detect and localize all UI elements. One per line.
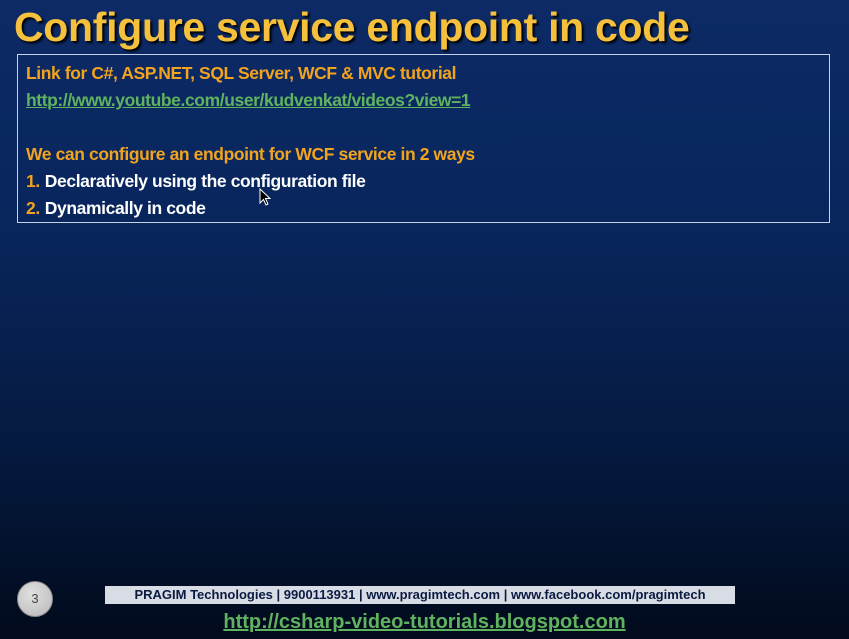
blog-link[interactable]: http://csharp-video-tutorials.blogspot.c…	[0, 611, 849, 634]
list-item: 2. Dynamically in code	[26, 195, 821, 222]
list-item-text: Declaratively using the configuration fi…	[44, 171, 366, 191]
list-item-number: 2.	[26, 198, 40, 218]
list-item-text: Dynamically in code	[44, 198, 206, 218]
mouse-cursor-icon	[259, 188, 271, 206]
list-item: 1. Declaratively using the configuration …	[26, 168, 821, 195]
slide-title: Configure service endpoint in code	[14, 4, 690, 50]
company-info-bar: PRAGIM Technologies | 9900113931 | www.p…	[105, 586, 735, 604]
list-item-number: 1.	[26, 171, 40, 191]
youtube-link[interactable]: http://www.youtube.com/user/kudvenkat/vi…	[26, 90, 471, 110]
endpoint-intro: We can configure an endpoint for WCF ser…	[26, 144, 475, 164]
content-box: Link for C#, ASP.NET, SQL Server, WCF & …	[17, 54, 830, 223]
tutorial-link-intro: Link for C#, ASP.NET, SQL Server, WCF & …	[26, 63, 457, 83]
